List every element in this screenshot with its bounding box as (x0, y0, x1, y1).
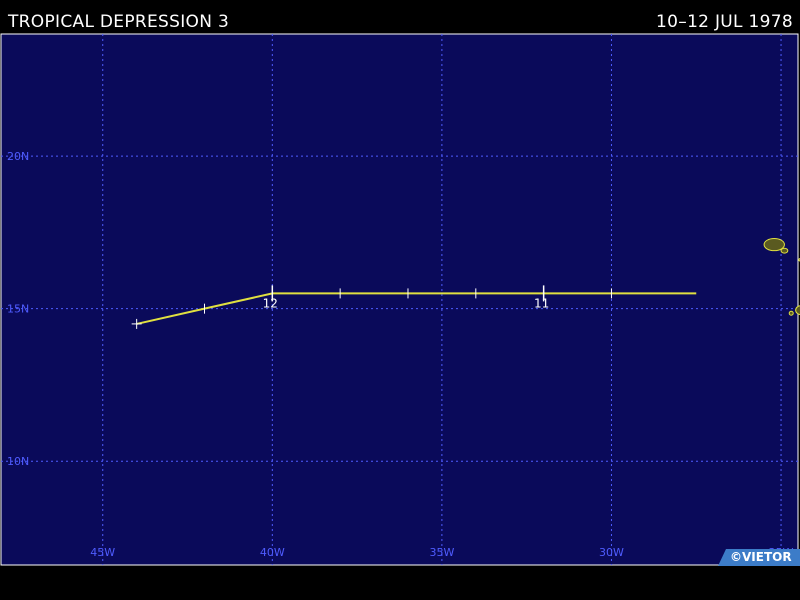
latitude-label: 15N (7, 303, 29, 316)
longitude-label: 30W (599, 546, 624, 559)
latitude-label: 10N (7, 455, 29, 468)
day-label: 12 (263, 296, 278, 310)
date-range: 10–12 JUL 1978 (656, 12, 793, 32)
credit-text: ©VIETOR (730, 550, 792, 564)
longitude-label: 40W (260, 546, 285, 559)
island-sao-vicente (780, 247, 789, 254)
day-label: 11 (534, 296, 549, 310)
longitude-label: 35W (429, 546, 454, 559)
ocean-area (0, 33, 799, 566)
island-brava (788, 310, 794, 316)
map-screen: 1112 20N15N10N45W40W35W30W25W TROPICAL D… (0, 0, 800, 600)
longitude-label: 45W (90, 546, 115, 559)
track-map: 1112 20N15N10N45W40W35W30W25W (0, 33, 800, 566)
latitude-label: 20N (7, 150, 29, 163)
storm-title: TROPICAL DEPRESSION 3 (8, 12, 230, 32)
